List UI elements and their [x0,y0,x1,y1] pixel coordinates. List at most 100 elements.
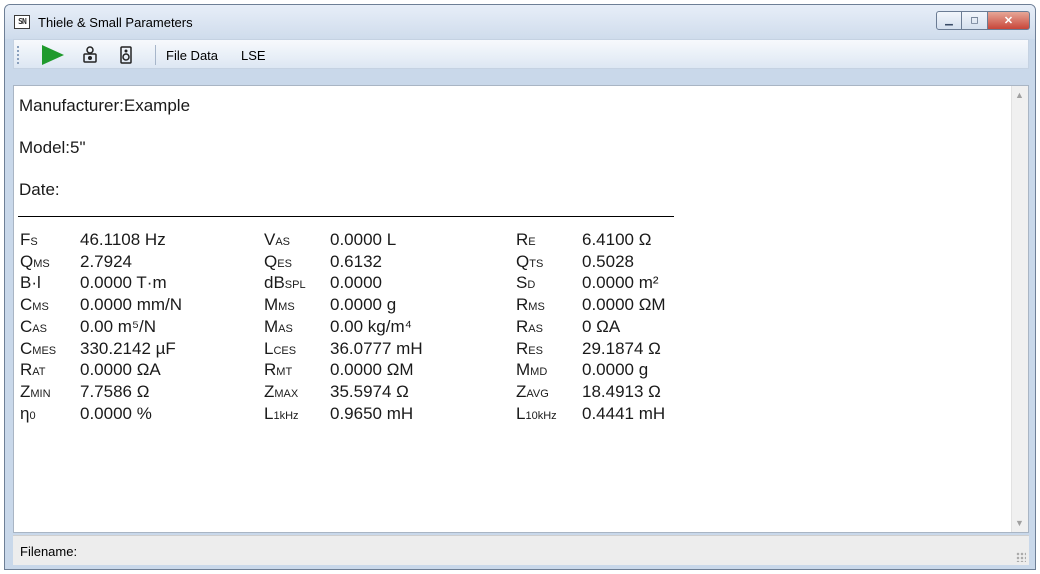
parameter-value: 7.7586 Ω [80,381,150,401]
parameter-symbol: QMS [20,251,50,271]
parameter-item: RAS 0 ΩA [516,317,756,339]
close-button[interactable]: ✕ [988,11,1030,30]
parameter-symbol: QES [264,251,292,271]
toolbar-separator [155,45,156,65]
driver-icon[interactable] [82,46,98,67]
parameter-value: 0.0000 ΩA [80,360,161,380]
parameter-symbol: SD [516,273,536,293]
parameter-value: 0.0000 T·m [80,273,167,293]
parameter-value: 0.0000 m² [582,273,659,293]
parameter-item: ZMIN 7.7586 Ω [20,382,260,404]
parameter-symbol: RMS [516,295,545,315]
scroll-up-icon[interactable]: ▲ [1015,90,1024,100]
parameter-symbol: CMES [20,338,57,358]
parameter-item: dBSPL 0.0000 [264,273,504,295]
parameter-value: 18.4913 Ω [582,381,661,401]
vertical-scrollbar[interactable]: ▲ ▼ [1011,86,1028,532]
parameter-symbol: L1kHz [264,403,299,423]
speaker-icon[interactable] [118,46,134,67]
parameter-item: RES 29.1874 Ω [516,339,756,361]
parameter-item: ZAVG 18.4913 Ω [516,382,756,404]
parameter-symbol: L10kHz [516,403,557,423]
parameter-value: 0.00 m⁵/N [80,316,157,336]
parameter-value: 0.0000 ΩM [330,360,414,380]
main-window: SN Thiele & Small Parameters ▁ ◻ ✕ File [4,4,1036,570]
scroll-down-icon[interactable]: ▼ [1015,518,1024,528]
toolbar: File Data LSE [13,39,1029,69]
caption-buttons: ▁ ◻ ✕ [936,11,1030,31]
parameter-symbol: ZMAX [264,381,299,401]
parameter-item: CAS 0.00 m⁵/N [20,317,260,339]
parameter-symbol: MAS [264,316,293,336]
parameter-item: B·l 0.0000 T·m [20,273,260,295]
parameter-symbol: ZAVG [516,381,549,401]
parameter-symbol: VAS [264,230,291,249]
parameter-item: QMS 2.7924 [20,252,260,274]
parameter-symbol: RMT [264,360,293,380]
divider [18,216,674,217]
toolbar-grip-icon[interactable] [17,46,19,64]
menu-file-data[interactable]: File Data [166,48,218,63]
parameter-value: 29.1874 Ω [582,338,661,358]
parameter-value: 0.00 kg/m⁴ [330,316,412,336]
parameter-item: ZMAX 35.5974 Ω [264,382,504,404]
parameter-value: 0.0000 ΩM [582,295,666,315]
parameter-item: MMS 0.0000 g [264,295,504,317]
parameter-value: 0.9650 mH [330,403,414,423]
model-label: Model:5" [19,138,86,157]
parameter-item: RMT 0.0000 ΩM [264,360,504,382]
parameter-item: VAS 0.0000 L [264,230,504,252]
parameter-item: CMS 0.0000 mm/N [20,295,260,317]
parameter-value: 6.4100 Ω [582,230,652,249]
parameter-item: CMES 330.2142 µF [20,339,260,361]
parameter-symbol: RAT [20,360,46,380]
parameter-value: 0.0000 L [330,230,397,249]
parameter-value: 0 ΩA [582,316,621,336]
parameter-symbol: η0 [20,403,36,423]
app-icon[interactable]: SN [14,15,30,29]
parameter-item: RMS 0.0000 ΩM [516,295,756,317]
title-bar[interactable]: SN Thiele & Small Parameters ▁ ◻ ✕ [5,5,1035,39]
parameter-value: 36.0777 mH [330,338,423,358]
parameter-value: 0.0000 % [80,403,152,423]
parameter-symbol: RE [516,230,536,249]
parameter-item: LCES 36.0777 mH [264,339,504,361]
parameter-value: 35.5974 Ω [330,381,409,401]
parameter-value: 46.1108 Hz [80,230,166,249]
parameter-item: SD 0.0000 m² [516,273,756,295]
parameter-symbol: CAS [20,316,47,336]
parameter-value: 0.6132 [330,251,382,271]
parameter-symbol: LCES [264,338,297,358]
parameter-value: 0.0000 [330,273,382,293]
parameter-item: QTS 0.5028 [516,252,756,274]
parameter-symbol: dBSPL [264,273,306,293]
parameter-value: 0.0000 g [330,295,397,315]
parameter-value: 0.0000 g [582,360,649,380]
parameter-item: MMD 0.0000 g [516,360,756,382]
parameter-symbol: CMS [20,295,49,315]
parameter-item: L1kHz 0.9650 mH [264,404,504,426]
parameter-value: 2.7924 [80,251,132,271]
parameter-item: FS 46.1108 Hz [20,230,260,252]
parameter-item: RE 6.4100 Ω [516,230,756,252]
status-bar: Filename: [13,535,1029,565]
date-label: Date: [19,180,60,199]
parameters-panel[interactable]: Manufacturer:Example Model:5" Date: FS 46… [13,85,1029,533]
parameter-symbol: FS [20,230,38,249]
parameter-value: 0.0000 mm/N [80,295,183,315]
menu-lse[interactable]: LSE [241,48,266,63]
parameter-item: QES 0.6132 [264,252,504,274]
parameter-symbol: RAS [516,316,543,336]
parameter-symbol: MMS [264,295,295,315]
parameter-symbol: QTS [516,251,544,271]
play-icon[interactable] [42,45,64,65]
parameter-symbol: ZMIN [20,381,51,401]
minimize-button[interactable]: ▁ [936,11,962,30]
parameter-value: 0.5028 [582,251,634,271]
parameter-symbol: RES [516,338,543,358]
maximize-button[interactable]: ◻ [962,11,988,30]
window-title: Thiele & Small Parameters [38,15,193,30]
resize-grip-icon[interactable] [1016,552,1026,562]
parameter-item: L10kHz 0.4441 mH [516,404,756,426]
parameter-item: RAT 0.0000 ΩA [20,360,260,382]
